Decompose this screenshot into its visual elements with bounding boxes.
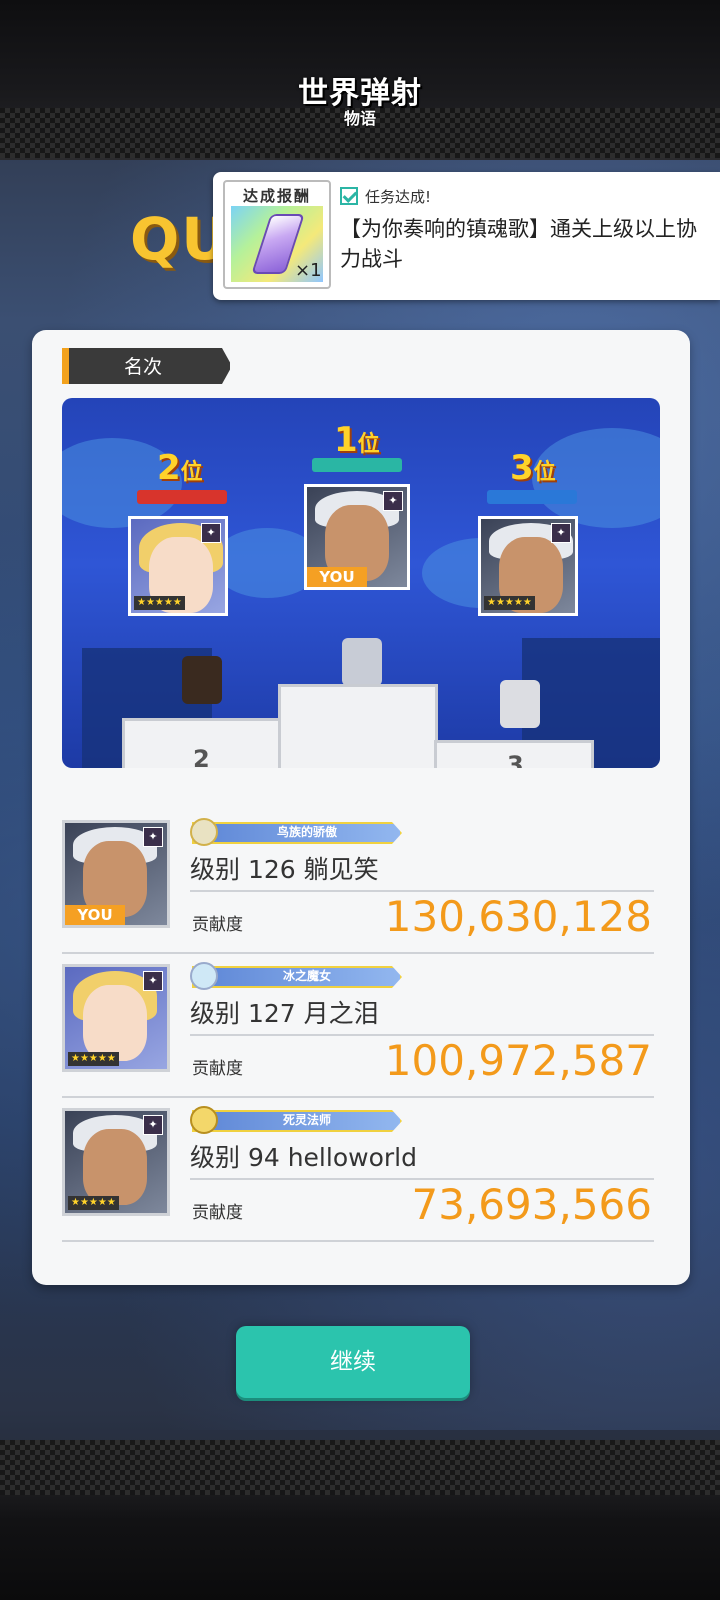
pedestal-number: 2: [193, 745, 210, 768]
reward-quantity: ×1: [295, 260, 322, 281]
contribution-value: 130,630,128: [384, 892, 652, 941]
element-icon: ✦: [201, 523, 221, 543]
contribution-label: 贡献度: [192, 1059, 243, 1079]
mission-status: 任务达成!: [365, 188, 432, 206]
pedestal-3: 3: [434, 740, 594, 768]
rank-number: 3: [510, 448, 534, 488]
player-level-name: 级别 94 helloworld: [190, 1143, 417, 1172]
contribution-label: 贡献度: [192, 1203, 243, 1223]
contribution-value: 100,972,587: [384, 1036, 652, 1085]
player-level-name: 级别 126 躺见笑: [190, 855, 379, 884]
logo-title: 世界弹射: [298, 76, 422, 111]
rank-suffix: 位: [533, 460, 556, 485]
ranking-row[interactable]: ✦ ★★★★★ 冰之魔女 级别 127 月之泪 贡献度 100,972,587: [62, 962, 654, 1098]
row-separator: [62, 1096, 654, 1098]
rank-tab-label: 名次: [124, 356, 163, 378]
element-icon: ✦: [143, 1115, 163, 1135]
reward-box: 达成报酬 ×1: [223, 180, 331, 289]
star-rating: ★★★★★: [68, 1052, 119, 1066]
you-tag: YOU: [65, 905, 125, 925]
row-separator: [62, 952, 654, 954]
element-icon: ✦: [551, 523, 571, 543]
pedestal-2: 2: [122, 718, 282, 768]
contribution-value: 73,693,566: [411, 1180, 652, 1229]
mission-complete-toast[interactable]: 达成报酬 ×1 任务达成! 【为你奏响的镇魂歌】通关上级以上协力战斗: [213, 172, 720, 300]
character-sprite-2: [182, 656, 222, 704]
rank-suffix: 位: [357, 432, 380, 457]
portrait-rank-2: ✦ ★★★★★: [128, 516, 228, 616]
reward-item-icon: ×1: [231, 206, 323, 282]
element-icon: ✦: [143, 971, 163, 991]
guild-emblem-icon: [190, 1106, 218, 1134]
rank-number: 2: [157, 448, 181, 488]
star-rating: ★★★★★: [68, 1196, 119, 1210]
ribbon-blue: [487, 490, 577, 504]
character-face: [83, 1129, 147, 1205]
rank-tab-accent: [62, 348, 69, 384]
guild-emblem-icon: [190, 962, 218, 990]
ranking-row[interactable]: ✦ ★★★★★ 死灵法师 级别 94 helloworld 贡献度 73,693…: [62, 1106, 654, 1242]
ribbon-green: [312, 458, 402, 472]
rank-badge-3: 3位: [510, 448, 556, 488]
game-logo: 世界弹射 物语: [285, 78, 435, 138]
rank-badge-1: 1位: [334, 420, 380, 460]
rank-number: 1: [334, 420, 358, 460]
rank-suffix: 位: [180, 460, 203, 485]
mission-description: 【为你奏响的镇魂歌】通关上级以上协力战斗: [340, 217, 697, 271]
rank-badge-2: 2位: [157, 448, 203, 488]
element-icon: ✦: [143, 827, 163, 847]
row-portrait: ✦ YOU: [62, 820, 170, 928]
player-level-name: 级别 127 月之泪: [190, 999, 379, 1028]
star-rating: ★★★★★: [134, 596, 185, 610]
logo-subtitle: 物语: [343, 109, 376, 128]
portrait-rank-3: ✦ ★★★★★: [478, 516, 578, 616]
guild-name: 冰之魔女: [282, 969, 331, 983]
ranking-panel: 名次 2位 ✦ ★★★★★ 1位 ✦ YOU 3位 ✦ ★★★★★ 2 3 ✦ …: [32, 330, 690, 1285]
character-sprite-3: [500, 680, 540, 728]
you-tag: YOU: [307, 567, 367, 587]
character-sprite-1: [342, 638, 382, 686]
pedestal-1: [278, 684, 438, 768]
pedestal-number: 3: [507, 751, 524, 768]
contribution-label: 贡献度: [192, 915, 243, 935]
guild-name: 鸟族的骄傲: [276, 825, 337, 839]
portrait-rank-1: ✦ YOU: [304, 484, 410, 590]
guild-name: 死灵法师: [282, 1113, 331, 1127]
element-icon: ✦: [383, 491, 403, 511]
checkbox-checked-icon: [340, 187, 358, 205]
guild-emblem-icon: [190, 818, 218, 846]
bottom-checker-pattern: [0, 1440, 720, 1495]
reward-label: 达成报酬: [242, 187, 311, 205]
podium-scene: 2位 ✦ ★★★★★ 1位 ✦ YOU 3位 ✦ ★★★★★ 2 3: [62, 398, 660, 768]
ranking-row[interactable]: ✦ YOU 鸟族的骄傲 级别 126 躺见笑 贡献度 130,630,128: [62, 818, 654, 954]
row-portrait: ✦ ★★★★★: [62, 964, 170, 1072]
row-separator: [62, 1240, 654, 1242]
ribbon-red: [137, 490, 227, 504]
row-portrait: ✦ ★★★★★: [62, 1108, 170, 1216]
continue-button[interactable]: 继续: [236, 1326, 470, 1398]
star-rating: ★★★★★: [484, 596, 535, 610]
character-face: [83, 985, 147, 1061]
